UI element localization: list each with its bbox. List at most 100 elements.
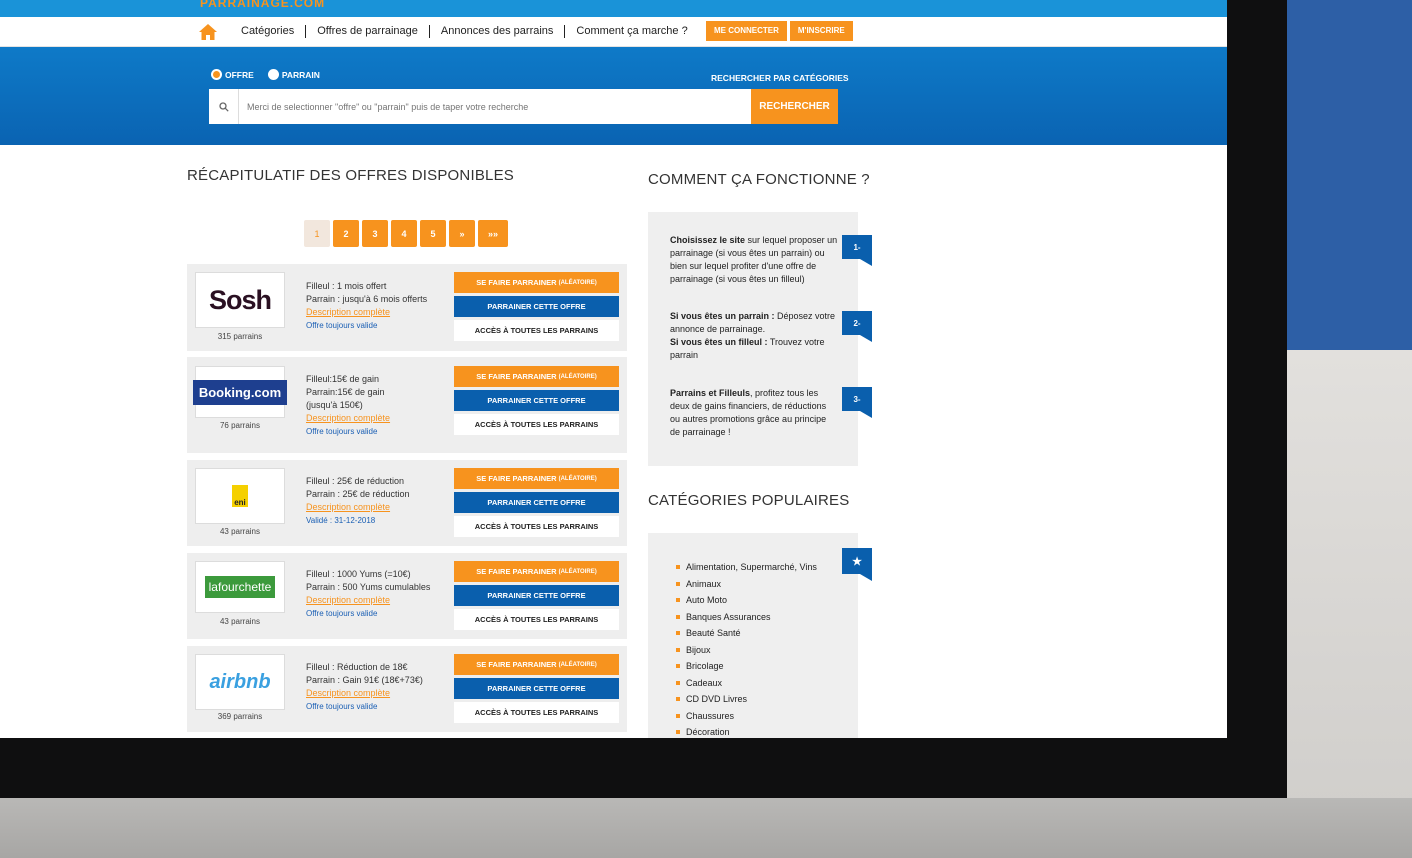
acces-parrains-button[interactable]: ACCÈS À TOUTES LES PARRAINS <box>454 516 619 537</box>
eni-dog-icon: eni <box>232 485 248 507</box>
brand-logo-airbnb[interactable]: airbnb <box>195 654 285 710</box>
category-item[interactable]: Alimentation, Supermarché, Vins <box>676 559 817 576</box>
acces-parrains-button[interactable]: ACCÈS À TOUTES LES PARRAINS <box>454 320 619 341</box>
offer-card-sosh: Sosh 315 parrains Filleul : 1 mois offer… <box>187 264 627 351</box>
category-item[interactable]: Bijoux <box>676 642 817 659</box>
brand-logo-text: lafourchette <box>204 576 276 598</box>
offers-section-title: RÉCAPITULATIF DES OFFRES DISPONIBLES <box>187 167 514 184</box>
validity-text: Validé : 31-12-2018 <box>306 516 376 525</box>
parrains-count: 43 parrains <box>219 527 261 536</box>
category-item[interactable]: Beauté Santé <box>676 625 817 642</box>
category-item[interactable]: Décoration <box>676 724 817 738</box>
description-link[interactable]: Description complète <box>306 687 423 700</box>
page-last[interactable]: »» <box>478 220 508 247</box>
parrainer-offre-button[interactable]: PARRAINER CETTE OFFRE <box>454 390 619 411</box>
category-item[interactable]: CD DVD Livres <box>676 691 817 708</box>
se-faire-parrainer-button[interactable]: SE FAIRE PARRAINER (ALÉATOIRE) <box>454 272 619 293</box>
offer-line: Filleul : 25€ de réduction <box>306 476 405 486</box>
search-band: OFFRE PARRAIN RECHERCHER PAR CATÉGORIES … <box>0 47 1227 145</box>
brand-logo-booking[interactable]: Booking.com <box>192 366 288 418</box>
category-item[interactable]: Cadeaux <box>676 675 817 692</box>
offer-actions: SE FAIRE PARRAINER (ALÉATOIRE) PARRAINER … <box>454 654 619 723</box>
parrainer-offre-button[interactable]: PARRAINER CETTE OFFRE <box>454 296 619 317</box>
radio-offre-dot[interactable] <box>211 69 222 80</box>
brand-logo-lafourchette[interactable]: lafourchette <box>195 561 285 613</box>
button-label: SE FAIRE PARRAINER <box>476 372 557 381</box>
page-4[interactable]: 4 <box>391 220 417 247</box>
radio-parrain-dot[interactable] <box>267 69 279 80</box>
search-button[interactable]: RECHERCHER <box>751 89 838 124</box>
search-type-radios: OFFRE PARRAIN <box>211 69 320 80</box>
offer-line: Parrain:15€ de gain <box>306 387 385 397</box>
page-next[interactable]: » <box>449 220 475 247</box>
search-input[interactable] <box>239 89 751 124</box>
nav-link-offres[interactable]: Offres de parrainage <box>306 25 430 38</box>
se-faire-parrainer-button[interactable]: SE FAIRE PARRAINER (ALÉATOIRE) <box>454 468 619 489</box>
how-section-title: COMMENT ÇA FONCTIONNE ? <box>648 171 870 188</box>
button-sublabel: (ALÉATOIRE) <box>558 568 597 575</box>
page-1[interactable]: 1 <box>304 220 330 247</box>
offer-line: Parrain : jusqu'à 6 mois offerts <box>306 294 428 304</box>
validity-text: Offre toujours valide <box>306 609 378 618</box>
auth-buttons: ME CONNECTER M'INSCRIRE <box>706 21 853 41</box>
parrainer-offre-button[interactable]: PARRAINER CETTE OFFRE <box>454 492 619 513</box>
search-box <box>209 89 751 124</box>
how-panel: Choisissez le site sur lequel proposer u… <box>648 212 872 466</box>
radio-parrain-label: PARRAIN <box>281 69 320 80</box>
radio-offre[interactable]: OFFRE <box>211 69 254 80</box>
radio-parrain[interactable]: PARRAIN <box>267 69 320 80</box>
brand-logo-text: Sosh <box>208 284 272 315</box>
step-1-text: Choisissez le site sur lequel proposer u… <box>670 234 838 286</box>
description-link[interactable]: Description complète <box>306 501 410 514</box>
button-sublabel: (ALÉATOIRE) <box>558 475 597 482</box>
offer-line: Filleul : 1000 Yums (=10€) <box>306 569 411 579</box>
step-3-text: Parrains et Filleuls, profitez tous les … <box>670 387 838 439</box>
se-faire-parrainer-button[interactable]: SE FAIRE PARRAINER (ALÉATOIRE) <box>454 654 619 675</box>
category-item[interactable]: Chaussures <box>676 708 817 725</box>
search-icon <box>209 89 239 124</box>
category-item[interactable]: Bricolage <box>676 658 817 675</box>
search-by-category-link[interactable]: RECHERCHER PAR CATÉGORIES <box>711 73 849 83</box>
offer-actions: SE FAIRE PARRAINER (ALÉATOIRE) PARRAINER … <box>454 272 619 341</box>
pagination: 1 2 3 4 5 » »» <box>304 220 508 247</box>
nav-link-comment[interactable]: Comment ça marche ? <box>565 25 698 38</box>
description-link[interactable]: Description complète <box>306 412 390 425</box>
parrainer-offre-button[interactable]: PARRAINER CETTE OFFRE <box>454 678 619 699</box>
nav-link-categories[interactable]: Catégories <box>230 25 307 38</box>
description-link[interactable]: Description complète <box>306 594 430 607</box>
login-button[interactable]: ME CONNECTER <box>706 21 787 41</box>
button-label: SE FAIRE PARRAINER <box>476 567 557 576</box>
nav-link-annonces[interactable]: Annonces des parrains <box>430 25 566 38</box>
offer-line: Parrain : 25€ de réduction <box>306 489 410 499</box>
background-wall <box>1287 350 1412 858</box>
site-logo[interactable]: PARRAINAGE.COM <box>200 0 325 10</box>
button-sublabel: (ALÉATOIRE) <box>558 661 597 668</box>
home-icon[interactable] <box>198 23 218 41</box>
page-3[interactable]: 3 <box>362 220 388 247</box>
page-2[interactable]: 2 <box>333 220 359 247</box>
acces-parrains-button[interactable]: ACCÈS À TOUTES LES PARRAINS <box>454 414 619 435</box>
step-2-bold-2: Si vous êtes un filleul : <box>670 337 768 347</box>
validity-text: Offre toujours valide <box>306 427 378 436</box>
se-faire-parrainer-button[interactable]: SE FAIRE PARRAINER (ALÉATOIRE) <box>454 561 619 582</box>
step-2-text: Si vous êtes un parrain : Déposez votre … <box>670 310 838 362</box>
acces-parrains-button[interactable]: ACCÈS À TOUTES LES PARRAINS <box>454 702 619 723</box>
acces-parrains-button[interactable]: ACCÈS À TOUTES LES PARRAINS <box>454 609 619 630</box>
brand-logo-sosh[interactable]: Sosh <box>195 272 285 328</box>
categories-list: Alimentation, Supermarché, Vins Animaux … <box>676 559 817 738</box>
page-5[interactable]: 5 <box>420 220 446 247</box>
category-item[interactable]: Animaux <box>676 576 817 593</box>
offer-line: Filleul:15€ de gain <box>306 374 380 384</box>
parrainer-offre-button[interactable]: PARRAINER CETTE OFFRE <box>454 585 619 606</box>
category-item[interactable]: Banques Assurances <box>676 609 817 626</box>
brand-logo-eni[interactable]: eni <box>195 468 285 524</box>
offer-line: Filleul : 1 mois offert <box>306 281 387 291</box>
button-label: SE FAIRE PARRAINER <box>476 660 557 669</box>
se-faire-parrainer-button[interactable]: SE FAIRE PARRAINER (ALÉATOIRE) <box>454 366 619 387</box>
main-navigation: Catégories Offres de parrainage Annonces… <box>0 17 1227 47</box>
parrains-count: 43 parrains <box>219 617 261 626</box>
description-link[interactable]: Description complète <box>306 306 427 319</box>
register-button[interactable]: M'INSCRIRE <box>789 21 853 41</box>
radio-offre-label: OFFRE <box>225 69 254 80</box>
category-item[interactable]: Auto Moto <box>676 592 817 609</box>
